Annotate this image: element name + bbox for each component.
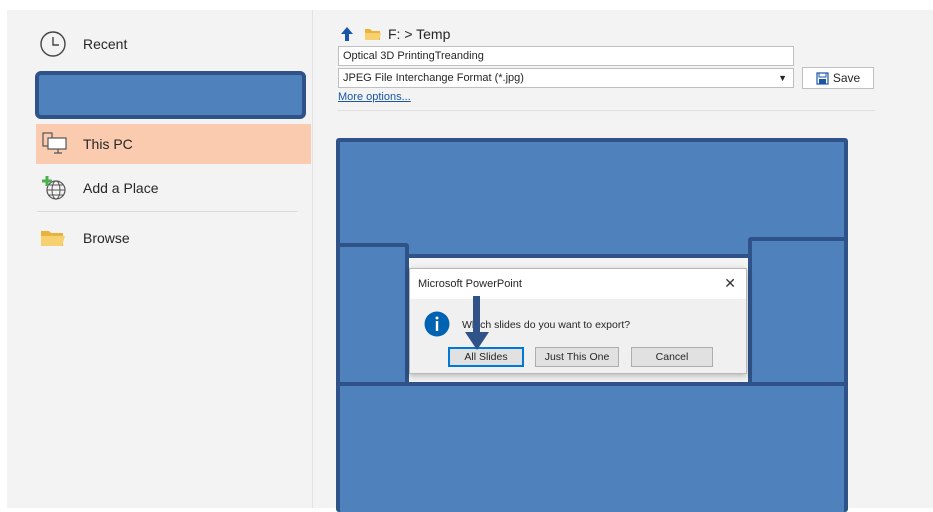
nav-this-pc-label: This PC: [83, 136, 133, 152]
folder-icon: [365, 29, 381, 40]
globe-plus-icon: [42, 176, 66, 200]
cancel-button[interactable]: Cancel: [631, 347, 713, 367]
clock-icon: [40, 31, 66, 57]
more-options-link[interactable]: More options...: [338, 91, 411, 103]
dialog-body: Which slides do you want to export? All …: [410, 299, 746, 373]
nav-browse-label: Browse: [83, 230, 130, 246]
close-icon[interactable]: ✕: [724, 275, 736, 292]
pane-divider: [312, 10, 313, 508]
form-divider: [338, 110, 875, 111]
export-dialog: Microsoft PowerPoint ✕ Which slides do y…: [409, 268, 747, 374]
up-arrow-icon[interactable]: [340, 26, 354, 42]
nav-divider: [37, 211, 298, 212]
folder-icon: [41, 231, 65, 246]
redacted-preview-bottom: [336, 382, 848, 512]
info-icon: [424, 311, 450, 337]
annotation-arrow-icon: [465, 296, 489, 350]
redacted-preview-left: [336, 243, 409, 391]
breadcrumb-path[interactable]: F: > Temp: [388, 26, 450, 42]
chevron-down-icon: ▼: [778, 73, 787, 83]
nav-add-a-place-label: Add a Place: [83, 180, 159, 196]
redacted-preview-right: [748, 237, 848, 391]
redacted-nav-item: [35, 71, 306, 119]
file-name-input[interactable]: Optical 3D PrintingTreanding: [338, 46, 794, 66]
nav-this-pc[interactable]: This PC: [36, 124, 311, 164]
nav-recent-label: Recent: [83, 36, 128, 52]
nav-add-a-place[interactable]: Add a Place: [37, 172, 307, 204]
file-type-select[interactable]: JPEG File Interchange Format (*.jpg) ▼: [338, 68, 794, 88]
breadcrumb: F: > Temp: [340, 24, 450, 44]
file-name-value: Optical 3D PrintingTreanding: [343, 50, 484, 62]
just-this-one-button[interactable]: Just This One: [535, 347, 619, 367]
dialog-titlebar: Microsoft PowerPoint ✕: [410, 269, 746, 299]
file-type-value: JPEG File Interchange Format (*.jpg): [343, 72, 524, 84]
computer-icon: [42, 132, 67, 154]
save-button-label: Save: [832, 71, 861, 85]
nav-recent[interactable]: Recent: [37, 28, 307, 60]
nav-browse[interactable]: Browse: [37, 222, 307, 254]
save-button[interactable]: Save: [802, 67, 874, 89]
save-icon: [816, 71, 829, 85]
dialog-title: Microsoft PowerPoint: [418, 278, 522, 290]
